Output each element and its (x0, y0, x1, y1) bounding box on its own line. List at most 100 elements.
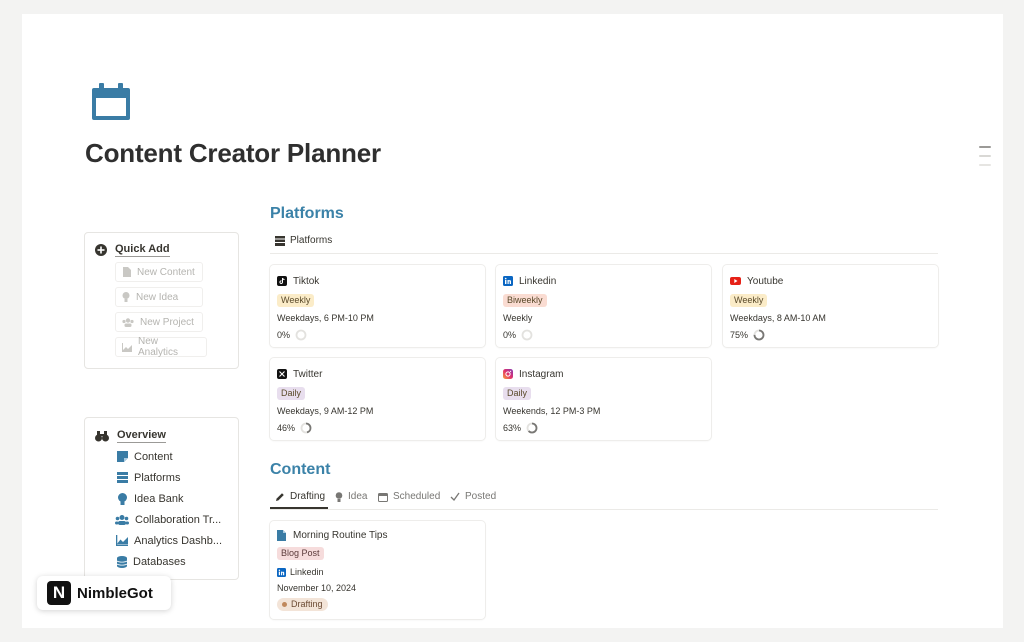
overview-item-collaboration[interactable]: Collaboration Tr... (115, 509, 228, 530)
progress-ring-track (521, 329, 533, 341)
content-platform: Linkedin (277, 567, 478, 577)
tab-idea[interactable]: Idea (335, 491, 367, 502)
frequency-tag: Daily (503, 387, 532, 400)
platform-name: Instagram (519, 368, 564, 380)
progress-label: 63% (503, 423, 522, 433)
binoculars-icon (95, 430, 109, 441)
platform-card-tiktok[interactable]: Tiktok Weekly Weekdays, 6 PM-10 PM 0% (270, 265, 485, 347)
status-dot (282, 602, 287, 607)
new-idea-button[interactable]: New Idea (115, 287, 203, 307)
overview-header[interactable]: Overview (95, 429, 228, 443)
platform-card-linkedin[interactable]: Linkedin Biweekly Weekly 0% (496, 265, 711, 347)
status-badge: Drafting (277, 598, 328, 611)
linkedin-icon (277, 567, 286, 577)
new-analytics-button[interactable]: New Analytics (115, 336, 207, 358)
progress-label: 0% (277, 330, 291, 340)
platforms-view-tab[interactable]: Platforms (275, 235, 332, 246)
schedule-text: Weekends, 12 PM-3 PM (503, 406, 601, 416)
frequency-tag: Weekly (277, 294, 315, 307)
chart-icon (122, 342, 132, 352)
notion-page: Content Creator Planner Quick Add New Co… (22, 14, 1003, 628)
platform-card-twitter[interactable]: Twitter Daily Weekdays, 9 AM-12 PM 46% (270, 358, 485, 440)
progress-ring (521, 329, 533, 341)
platform-name: Tiktok (293, 275, 320, 287)
progress-ring (300, 422, 312, 434)
stack-icon (117, 472, 128, 483)
lightbulb-icon (118, 492, 127, 505)
tab-posted[interactable]: Posted (450, 491, 496, 502)
schedule-text: Weekly (503, 313, 533, 323)
progress-row: 63% (503, 422, 704, 434)
overview-box: Overview Content Platforms Idea Bank Col… (84, 417, 239, 580)
stack-icon (275, 235, 285, 246)
platform-name: Twitter (293, 368, 323, 380)
quick-add-title: Quick Add (115, 243, 170, 257)
content-section-title: Content (270, 461, 331, 478)
progress-row: 46% (277, 422, 478, 434)
linkedin-icon (503, 276, 513, 286)
platforms-section-title: Platforms (270, 205, 344, 222)
table-of-contents-icon[interactable] (979, 146, 991, 173)
progress-label: 46% (277, 423, 296, 433)
platform-name: Linkedin (519, 275, 557, 287)
brand-watermark: N NimbleGot (37, 576, 171, 610)
content-card[interactable]: Morning Routine Tips Blog Post Linkedin … (270, 521, 485, 619)
progress-ring (295, 329, 307, 341)
new-project-button[interactable]: New Project (115, 312, 203, 332)
brand-name: NimbleGot (77, 584, 153, 602)
youtube-icon (730, 277, 741, 285)
progress-row: 0% (503, 329, 704, 341)
progress-label: 0% (503, 330, 517, 340)
brand-logo: N (47, 581, 71, 605)
new-content-button[interactable]: New Content (115, 262, 203, 282)
progress-row: 75% (730, 329, 931, 341)
lightbulb-icon (335, 491, 343, 502)
content-date: November 10, 2024 (277, 583, 357, 593)
overview-item-databases[interactable]: Databases (117, 551, 228, 572)
pencil-icon (276, 492, 284, 501)
frequency-tag: Daily (277, 387, 306, 400)
progress-row: 0% (277, 329, 478, 341)
document-icon (123, 267, 131, 277)
chart-icon (116, 535, 128, 546)
content-divider (270, 509, 938, 510)
progress-ring (753, 329, 765, 341)
calendar-icon (378, 492, 388, 502)
frequency-tag: Biweekly (503, 294, 547, 307)
platform-card-instagram[interactable]: Instagram Daily Weekends, 12 PM-3 PM 63% (496, 358, 711, 440)
schedule-text: Weekdays, 6 PM-10 PM (277, 313, 374, 323)
platforms-divider (270, 253, 938, 254)
schedule-text: Weekdays, 9 AM-12 PM (277, 406, 374, 416)
frequency-tag: Weekly (730, 294, 768, 307)
document-icon (277, 530, 286, 541)
progress-ring-track (295, 329, 307, 341)
platform-card-youtube[interactable]: Youtube Weekly Weekdays, 8 AM-10 AM 75% (723, 265, 938, 347)
people-icon (115, 514, 129, 525)
overview-item-idea-bank[interactable]: Idea Bank (117, 488, 228, 509)
overview-item-platforms[interactable]: Platforms (117, 467, 228, 488)
content-title: Morning Routine Tips (293, 530, 388, 541)
lightbulb-icon (122, 292, 130, 302)
database-icon (117, 555, 127, 568)
tab-drafting[interactable]: Drafting (275, 491, 325, 502)
calendar-icon[interactable] (90, 82, 132, 122)
overview-item-content[interactable]: Content (117, 446, 228, 467)
x-icon (277, 369, 287, 379)
overview-item-analytics[interactable]: Analytics Dashb... (116, 530, 228, 551)
tab-scheduled[interactable]: Scheduled (378, 491, 440, 502)
instagram-icon (503, 369, 513, 379)
content-type-tag: Blog Post (277, 547, 324, 560)
note-icon (117, 451, 128, 462)
progress-ring (526, 422, 538, 434)
quick-add-header[interactable]: Quick Add (95, 243, 228, 257)
quick-add-box: Quick Add New Content New Idea New Proje… (84, 232, 239, 369)
overview-title: Overview (117, 429, 166, 443)
check-icon (450, 492, 460, 501)
schedule-text: Weekdays, 8 AM-10 AM (730, 313, 826, 323)
platform-name: Youtube (747, 275, 784, 287)
tiktok-icon (277, 276, 287, 286)
people-icon (122, 317, 134, 327)
page-title: Content Creator Planner (85, 138, 381, 168)
progress-label: 75% (730, 330, 749, 340)
plus-circle-icon (95, 244, 107, 256)
